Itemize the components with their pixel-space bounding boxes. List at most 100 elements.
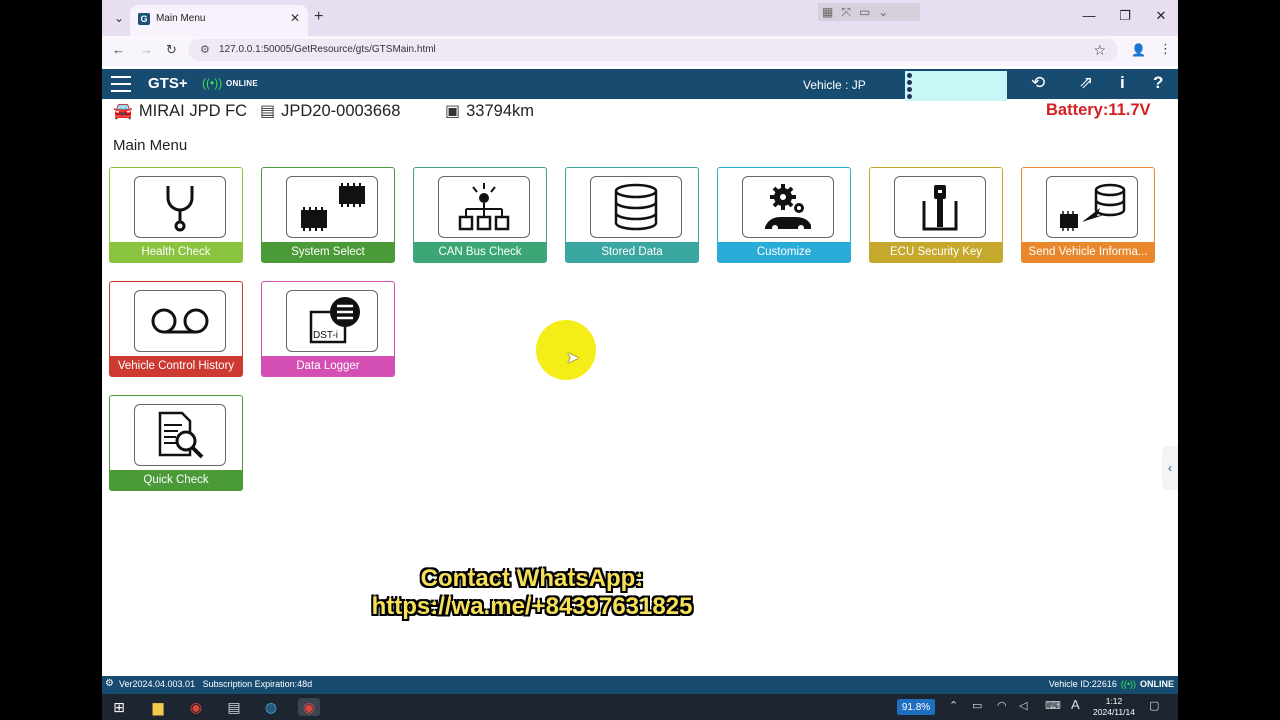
tab-bar: ⌄ G Main Menu ✕ + ▦ ⤧ ▭ ⌄ — ❐ ✕ (102, 0, 1178, 36)
tile-health-check[interactable]: Health Check (109, 167, 243, 263)
profile-icon[interactable]: 👤 (1131, 43, 1146, 57)
close-window-icon[interactable]: ✕ (1154, 8, 1168, 24)
back-icon[interactable]: ← (112, 42, 125, 57)
subscription-text: Subscription Expiration:48d (202, 679, 313, 689)
vehicle-vin-text: JPD20-0003668 (281, 101, 401, 120)
restore-icon[interactable]: ❐ (1118, 8, 1132, 24)
tile-system-select[interactable]: System Select (261, 167, 395, 263)
tile-label: Health Check (110, 242, 242, 262)
info-icon[interactable]: i (1120, 73, 1125, 93)
vehicle-id-text: Vehicle ID:22616 (1048, 679, 1117, 689)
database-icon (590, 176, 682, 238)
wifi-icon[interactable]: ◠ (997, 699, 1007, 712)
status-bar: ⚙ Ver2024.04.003.01 Subscription Expirat… (102, 676, 1178, 694)
watermark-line1: Contact WhatsApp: (420, 565, 644, 592)
side-panel-toggle-icon[interactable]: ‹ (1162, 446, 1178, 490)
send-data-icon (1046, 176, 1138, 238)
network-icon (438, 176, 530, 238)
tile-label: ECU Security Key (870, 242, 1002, 262)
vehicle-vin: ▤ JPD20-0003668 (260, 101, 400, 121)
forward-icon[interactable]: → (140, 42, 153, 57)
toyota-logo-icon: ⚙ (105, 678, 114, 689)
dst-logger-icon: DST-i (286, 290, 378, 352)
odometer-text: 33794km (466, 101, 535, 120)
help-icon[interactable]: ? (1153, 73, 1163, 93)
site-info-icon[interactable]: ⚙ (200, 43, 210, 56)
clock-time: 1:12 (1105, 696, 1123, 706)
key-icon (894, 176, 986, 238)
tile-label: Data Logger (262, 356, 394, 376)
online-status: ONLINE (1139, 679, 1174, 689)
tile-label: Stored Data (566, 242, 698, 262)
hamburger-menu-icon[interactable] (111, 76, 131, 97)
vin-icon: ▤ (260, 103, 276, 120)
tile-quick-check[interactable]: Quick Check (109, 395, 243, 491)
vehicle-odometer: ▣ 33794km (445, 101, 534, 121)
chevron-down-icon[interactable]: ⌄ (878, 5, 888, 19)
odometer-icon: ▣ (445, 103, 461, 120)
version-text: Ver2024.04.003.01 (119, 679, 196, 689)
battery-tray-icon[interactable]: ▭ (972, 699, 982, 712)
tile-data-logger[interactable]: DST-i Data Logger (261, 281, 395, 377)
window-controls: — ❐ ✕ (1082, 8, 1168, 24)
new-tab-icon[interactable]: + (314, 8, 323, 26)
external-link-icon[interactable]: ⇗ (1079, 73, 1093, 93)
mouse-pointer-icon: ➤ (566, 350, 580, 367)
vehicle-label: Vehicle : JP (803, 78, 866, 92)
notification-icon[interactable]: ▢ (1149, 699, 1159, 712)
vehicle-model: 🚘 MIRAI JPD FC (113, 101, 247, 121)
address-bar: ← → ↻ ⚙ 127.0.0.1:50005/GetResource/gts/… (102, 36, 1178, 66)
clock-date: 2024/11/14 (1093, 707, 1135, 717)
chrome-active-icon[interactable]: ◉ (298, 698, 320, 716)
tab-title: Main Menu (156, 13, 206, 24)
tile-label: CAN Bus Check (414, 242, 546, 262)
app-icon-2[interactable]: ◍ (260, 698, 282, 716)
tile-vehicle-control-history[interactable]: Vehicle Control History (109, 281, 243, 377)
online-signal-icon: ((•)) (202, 76, 223, 90)
clock[interactable]: 1:12 2024/11/14 (1089, 696, 1139, 718)
stethoscope-icon (134, 176, 226, 238)
version-info: Ver2024.04.003.01 Subscription Expiratio… (119, 679, 312, 689)
svg-text:DST-i: DST-i (313, 330, 338, 341)
file-explorer-icon[interactable]: ▆ (147, 698, 169, 716)
ecu-chips-icon (286, 176, 378, 238)
battery-voltage: Battery:11.7V (1046, 101, 1151, 119)
tray-chevron-icon[interactable]: ⌃ (949, 699, 958, 712)
browser-menu-icon[interactable]: ⋮ (1159, 41, 1172, 57)
online-signal-icon: ((•)) (1120, 679, 1136, 689)
gears-car-icon (742, 176, 834, 238)
favicon-icon: G (138, 13, 150, 25)
reload-icon[interactable]: ↻ (166, 42, 177, 58)
url-text: 127.0.0.1:50005/GetResource/gts/GTSMain.… (219, 44, 436, 55)
ime-indicator[interactable]: A (1071, 697, 1080, 712)
tab-main-menu[interactable]: G Main Menu ✕ (130, 5, 308, 36)
bookmark-star-icon[interactable]: ☆ (1093, 42, 1106, 59)
battery-indicator[interactable]: 91.8% (897, 699, 935, 715)
tile-stored-data[interactable]: Stored Data (565, 167, 699, 263)
monitor-icon[interactable]: ▭ (859, 5, 870, 19)
tab-close-icon[interactable]: ✕ (290, 11, 300, 25)
document-search-icon (134, 404, 226, 466)
app-icon[interactable]: ▤ (223, 698, 245, 716)
url-input[interactable]: ⚙ 127.0.0.1:50005/GetResource/gts/GTSMai… (188, 39, 1118, 61)
status-right: Vehicle ID:22616 ((•)) ONLINE (1049, 679, 1174, 689)
tile-send-vehicle-information[interactable]: Send Vehicle Informa... (1021, 167, 1155, 263)
history-icon[interactable]: ⟲ (1031, 73, 1045, 93)
tile-customize[interactable]: Customize (717, 167, 851, 263)
tile-can-bus-check[interactable]: CAN Bus Check (413, 167, 547, 263)
vehicle-id-redacted (905, 71, 1007, 101)
app-header: GTS+ ((•)) ONLINE Vehicle : JP ⟲ ⇗ i ? (102, 69, 1178, 101)
watermark-line2: https://wa.me/+84397631825 (371, 593, 693, 620)
windows-start-icon[interactable]: ⊞ (108, 698, 130, 716)
keyboard-icon[interactable]: ⌨ (1045, 699, 1061, 712)
tile-label: System Select (262, 242, 394, 262)
grid-icon[interactable]: ▦ (822, 5, 833, 19)
volume-icon[interactable]: ◁ (1019, 699, 1027, 712)
minimize-icon[interactable]: — (1082, 8, 1096, 24)
tile-ecu-security-key[interactable]: ECU Security Key (869, 167, 1003, 263)
chrome-icon[interactable]: ◉ (185, 698, 207, 716)
tile-label: Vehicle Control History (110, 356, 242, 376)
tile-label: Quick Check (110, 470, 242, 490)
tab-search-icon[interactable]: ⌄ (110, 9, 128, 27)
fullscreen-icon[interactable]: ⤧ (841, 5, 851, 20)
